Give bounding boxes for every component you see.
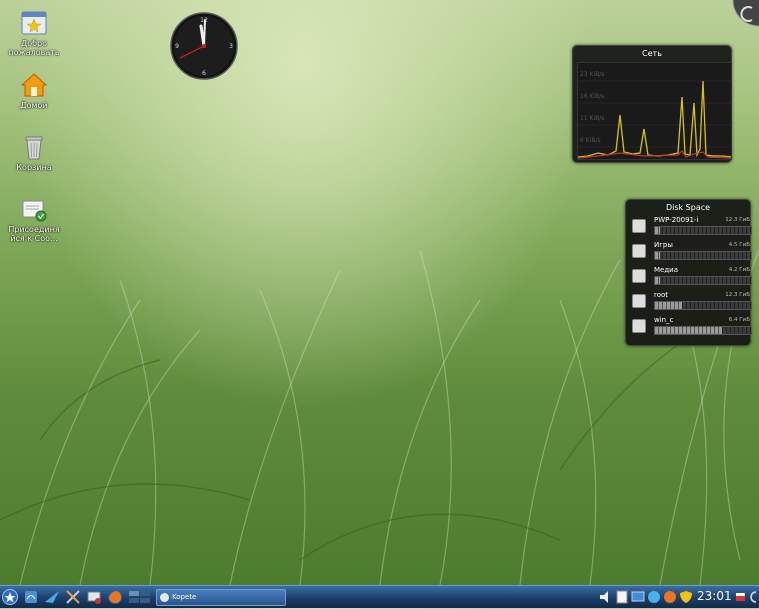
join-community-icon	[21, 196, 47, 222]
updates-icon[interactable]	[646, 589, 662, 605]
network-widget-title: Сеть	[642, 49, 662, 58]
disk-row[interactable]: PWP-20091-i 12.3 ГиБ	[632, 216, 752, 238]
svg-text:9: 9	[175, 43, 179, 50]
disk-name: root	[654, 291, 669, 299]
mail-plane-icon	[45, 591, 59, 603]
drive-icon	[632, 294, 646, 308]
kickoff-menu-button[interactable]	[2, 589, 18, 605]
desktop-icon-label: Добро	[20, 39, 48, 48]
disk-row[interactable]: Игры 4.5 ГиБ	[632, 241, 752, 263]
disk-widget-title: Disk Space	[665, 203, 711, 212]
network-graph	[578, 80, 731, 159]
desktop-icon-label-2: пожаловать	[8, 48, 60, 57]
disk-usage-fill	[655, 277, 660, 284]
disk-row[interactable]: Медиа 4.2 ГиБ	[632, 266, 752, 288]
disk-size: 4.2 ГиБ	[728, 267, 750, 273]
clock-face: 12369	[170, 12, 238, 80]
disk-usage-fill	[655, 302, 682, 309]
kmail-launcher[interactable]	[44, 589, 60, 605]
volume-icon[interactable]	[598, 589, 614, 605]
network-plot: 23 KiB/s 16 KiB/s 11 KiB/s 6 KiB/s	[577, 62, 732, 160]
disk-size: 12.3 ГиБ	[725, 292, 750, 298]
network-download-line	[578, 80, 731, 158]
package-manager-launcher[interactable]	[86, 589, 102, 605]
welcome-icon	[21, 10, 47, 36]
disk-size: 4.5 ГиБ	[728, 242, 750, 248]
network-upload-line	[578, 150, 731, 159]
drive-icon	[632, 219, 646, 233]
pager-widget[interactable]	[129, 589, 151, 605]
keyboard-layout-icon[interactable]	[736, 589, 746, 605]
desktop-icon-label-2: йся к Соо...	[10, 234, 58, 243]
disk-usage-bar	[654, 226, 752, 235]
disk-row[interactable]: win_c 6.4 ГиБ	[632, 316, 752, 338]
firefox-launcher[interactable]	[107, 589, 123, 605]
disk-row[interactable]: root 12.3 ГиБ	[632, 291, 752, 313]
network-tray-icon[interactable]	[630, 589, 646, 605]
taskbar-clock[interactable]: 23:01	[697, 589, 732, 603]
disk-space-widget[interactable]: Disk Space PWP-20091-i 12.3 ГиБ Игры 4.5 Ги…	[625, 199, 752, 346]
clipboard-icon[interactable]	[614, 589, 630, 605]
notification-icon[interactable]	[662, 589, 678, 605]
desktop-icon-welcome[interactable]: Добро пожаловать	[4, 10, 64, 57]
disk-usage-fill	[655, 327, 723, 334]
home-icon	[20, 72, 48, 98]
disk-size: 6.4 ГиБ	[728, 317, 750, 323]
desktop-icon-trash[interactable]: Корзина	[4, 134, 64, 172]
desktop-icon-label: Корзина	[16, 163, 52, 172]
drive-icon	[632, 269, 646, 283]
disk-usage-bar	[654, 276, 752, 285]
disk-usage-fill	[655, 227, 660, 234]
desktop-toolbox-button[interactable]	[732, 0, 759, 27]
desktop-icon-label: Присоединя	[8, 225, 60, 234]
taskbar: Kopete 23:01	[0, 585, 759, 608]
disk-name: Игры	[654, 241, 673, 249]
kopete-icon	[160, 592, 169, 602]
desktop-icon-join-community[interactable]: Присоединя йся к Соо...	[4, 196, 64, 243]
shield-icon[interactable]	[678, 589, 694, 605]
dolphin-launcher[interactable]	[23, 589, 39, 605]
system-settings-launcher[interactable]	[65, 589, 81, 605]
disk-name: PWP-20091-i	[654, 216, 699, 224]
task-label: Kopete	[172, 593, 197, 601]
panel-toolbox-icon[interactable]	[748, 589, 759, 605]
disk-usage-bar	[654, 301, 752, 310]
disk-size: 12.3 ГиБ	[725, 217, 750, 223]
taskbar-task-kopete[interactable]: Kopete	[156, 589, 286, 606]
drive-icon	[632, 244, 646, 258]
disk-name: win_c	[654, 316, 674, 324]
analog-clock-widget[interactable]: 12369	[168, 11, 240, 81]
clock-minute-hand	[203, 19, 206, 47]
drive-icon	[632, 319, 646, 333]
disk-usage-fill	[655, 252, 660, 259]
disk-name: Медиа	[654, 266, 679, 274]
trash-icon	[21, 134, 47, 160]
svg-text:6: 6	[202, 70, 206, 77]
network-widget[interactable]: Сеть 23 KiB/s 16 KiB/s 11 KiB/s 6 KiB/s	[572, 45, 732, 163]
desktop-icon-home[interactable]: Домой	[4, 72, 64, 110]
disk-usage-bar	[654, 326, 752, 335]
desktop-icon-label: Домой	[20, 101, 48, 110]
svg-text:3: 3	[229, 43, 233, 50]
disk-usage-bar	[654, 251, 752, 260]
